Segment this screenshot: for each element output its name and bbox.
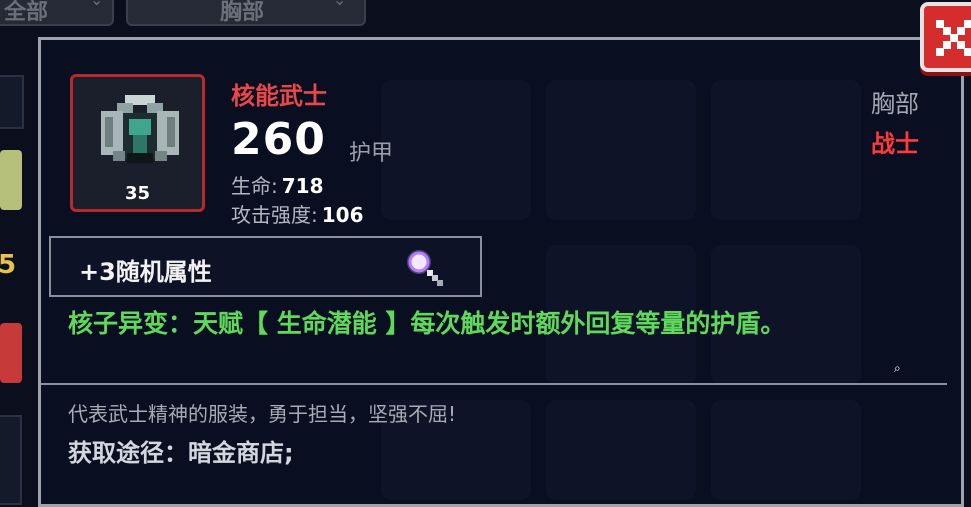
effect-description: 核子异变：天赋【 生命潜能 】每次触发时额外回复等量的护盾。	[68, 309, 786, 338]
bg-tab-all[interactable]: 全部 ⌄	[0, 0, 114, 26]
close-icon	[936, 20, 971, 56]
item-count: 35	[124, 183, 151, 204]
bg-tab-label: 胸部	[220, 0, 265, 25]
random-attribute-label: +3随机属性	[79, 258, 212, 286]
bg-grid-cell	[546, 80, 696, 220]
item-detail-popup: 35 核能武士 260 护甲 生命: 718 攻击强度: 106 胸部 战士 +3随…	[38, 37, 964, 507]
close-button[interactable]	[920, 2, 971, 72]
armor-item-icon	[101, 95, 179, 163]
bg-side-panel	[0, 415, 22, 505]
stat-key: 生命:	[231, 174, 278, 198]
chevron-down-icon: ⌄	[333, 0, 346, 9]
acquisition-source: 获取途径：暗金商店;	[68, 439, 294, 467]
class-type: 战士	[871, 130, 919, 158]
bg-grid-cell	[711, 400, 861, 500]
bg-tab-label: 全部	[4, 0, 49, 25]
magnifier-icon[interactable]	[403, 246, 451, 290]
bg-side-panel	[0, 75, 24, 129]
flavor-text: 代表武士精神的服装，勇于担当，坚强不屈!	[68, 402, 457, 426]
armor-label: 护甲	[349, 141, 394, 166]
bg-grid-cell	[546, 400, 696, 500]
random-attribute-box[interactable]: +3随机属性	[49, 236, 482, 297]
divider	[41, 383, 947, 385]
stat-value: 106	[321, 203, 364, 227]
stat-row-hp: 生命: 718	[231, 170, 324, 199]
chevron-down-icon: ⌄	[90, 0, 103, 9]
bg-grid-cell	[711, 80, 861, 220]
stat-row-attack: 攻击强度: 106	[231, 199, 364, 228]
item-icon-frame: 35	[70, 74, 205, 212]
bg-grid-cell	[381, 80, 531, 220]
search-icon[interactable]: ⌕	[894, 361, 901, 376]
armor-value: 260	[231, 114, 326, 165]
item-name: 核能武士	[231, 82, 327, 110]
stat-key: 攻击强度:	[231, 203, 318, 227]
bg-side-slot[interactable]	[0, 323, 22, 383]
stat-value: 718	[281, 174, 324, 198]
bg-tab-chest[interactable]: 胸部 ⌄	[126, 0, 366, 26]
bg-side-slot[interactable]	[0, 150, 22, 210]
slot-type: 胸部	[871, 90, 919, 118]
bg-side-number: 5	[0, 250, 17, 280]
